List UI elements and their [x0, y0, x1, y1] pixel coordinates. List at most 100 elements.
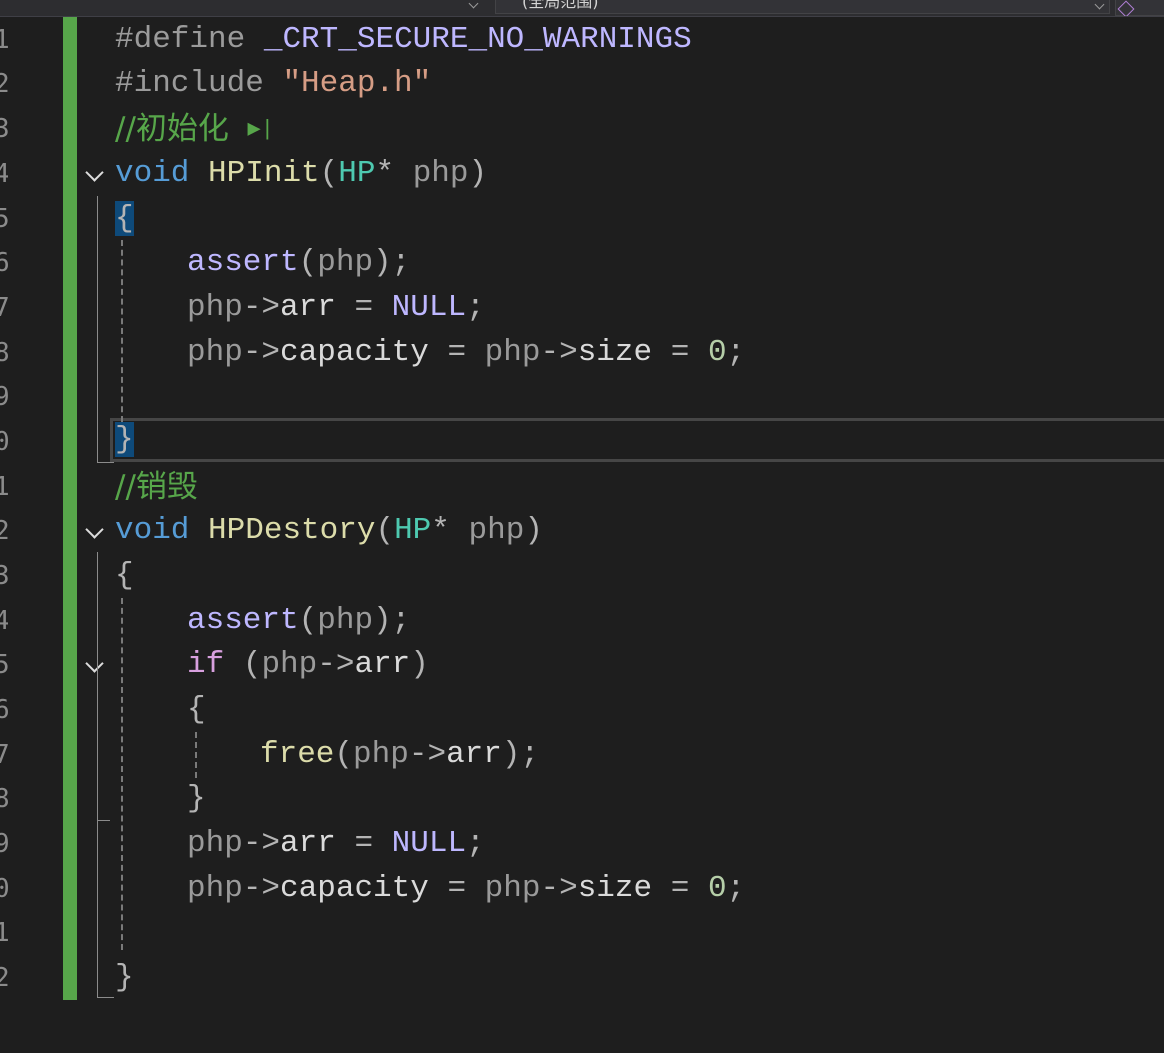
brace: { — [115, 558, 134, 593]
punctuation: ; — [520, 737, 540, 772]
code-line[interactable]: if (php->arr) — [187, 643, 429, 688]
field-name: arr — [354, 647, 411, 682]
operator: -> — [242, 826, 281, 861]
function-name: HPInit — [208, 156, 320, 191]
punctuation: ( — [298, 245, 318, 280]
parameter: php — [468, 513, 525, 548]
keyword: void — [115, 156, 190, 191]
field-name: size — [577, 871, 653, 906]
parameter: php — [261, 647, 318, 682]
brace: } — [115, 960, 134, 995]
field-name: arr — [446, 737, 502, 772]
operator: -> — [540, 871, 578, 906]
operator: -> — [242, 871, 281, 906]
line-number: 0 — [0, 874, 8, 904]
punctuation: ( — [224, 647, 262, 682]
line-number: 6 — [0, 248, 8, 278]
indent-guide — [121, 598, 123, 950]
operator: -> — [408, 737, 447, 772]
change-tracking-bar — [63, 17, 77, 1000]
parameter: php — [353, 737, 409, 772]
fold-chevron-icon[interactable] — [85, 168, 101, 184]
code-line[interactable]: free(php->arr); — [260, 733, 539, 778]
punctuation: ) — [524, 513, 543, 548]
control-keyword: if — [187, 647, 225, 682]
matched-brace: } — [115, 422, 134, 457]
code-editor[interactable]: (全局范围) 1 2 3 4 5 6 7 8 9 0 1 2 3 4 5 6 7… — [0, 0, 1164, 1053]
code-line[interactable]: php->arr = NULL; — [187, 286, 485, 331]
code-line[interactable]: php->arr = NULL; — [187, 822, 485, 867]
operator: = — [428, 335, 485, 370]
line-number: 5 — [0, 650, 8, 680]
punctuation: ) — [373, 603, 392, 638]
function-call: free — [260, 737, 335, 772]
code-line[interactable]: } — [115, 956, 134, 1001]
chevron-down-icon — [1094, 0, 1105, 10]
operator: -> — [242, 335, 281, 370]
indent-guide — [195, 732, 197, 778]
fold-region-line — [97, 196, 114, 463]
line-number: 2 — [0, 963, 8, 993]
navigation-bar: (全局范围) — [0, 0, 1164, 17]
line-number: 3 — [0, 114, 8, 144]
macro-name: NULL — [391, 826, 467, 861]
member-cube-icon — [1117, 0, 1135, 16]
punctuation: ; — [726, 871, 746, 906]
member-dropdown[interactable] — [1115, 0, 1164, 16]
code-line[interactable]: { — [115, 197, 134, 242]
operator: = — [335, 290, 392, 325]
code-line[interactable]: { — [187, 688, 206, 733]
punctuation: ; — [466, 290, 485, 325]
line-number: 8 — [0, 338, 8, 368]
number-literal: 0 — [707, 871, 727, 906]
line-number: 5 — [0, 204, 8, 234]
code-line[interactable]: #include "Heap.h" — [115, 62, 431, 107]
operator: = — [428, 871, 485, 906]
code-line[interactable]: void HPDestory(HP* php) — [115, 509, 543, 554]
fold-chevron-icon[interactable] — [85, 525, 101, 541]
chevron-down-icon[interactable] — [468, 0, 479, 9]
line-number: 8 — [0, 784, 8, 814]
punctuation: ; — [391, 245, 411, 280]
code-line[interactable]: void HPInit(HP* php) — [115, 152, 487, 197]
operator: = — [652, 871, 708, 906]
parameter: php — [484, 335, 541, 370]
code-line[interactable]: } — [187, 777, 206, 822]
include-path: "Heap.h" — [282, 66, 432, 101]
line-number: 1 — [0, 25, 8, 55]
punctuation: ) — [410, 647, 429, 682]
punctuation: ( — [375, 513, 395, 548]
preprocessor-directive: #define — [115, 22, 246, 57]
field-name: capacity — [280, 871, 429, 906]
code-line[interactable]: assert(php); — [187, 599, 410, 644]
punctuation: ( — [298, 603, 318, 638]
line-number: 2 — [0, 516, 8, 546]
comment: //销毁 — [115, 469, 198, 505]
punctuation: * — [431, 513, 450, 548]
punctuation: ) — [468, 156, 488, 191]
code-line[interactable]: php->capacity = php->size = 0; — [187, 331, 745, 376]
code-line[interactable]: //销毁 — [115, 465, 198, 510]
code-line[interactable]: php->capacity = php->size = 0; — [187, 867, 745, 912]
function-call: assert — [187, 603, 299, 638]
punctuation: ; — [391, 603, 411, 638]
code-line[interactable]: } — [115, 418, 134, 463]
operator: = — [652, 335, 708, 370]
number-literal: 0 — [707, 335, 727, 370]
punctuation: * — [375, 156, 395, 191]
type-name: HP — [394, 513, 432, 548]
code-line[interactable]: assert(php); — [187, 241, 410, 286]
line-number: 0 — [0, 427, 8, 457]
comment: //初始化 — [115, 111, 229, 147]
run-to-cursor-icon[interactable]: ▶| — [248, 108, 274, 153]
code-line[interactable]: //初始化 ▶| — [115, 107, 274, 152]
scope-dropdown[interactable]: (全局范围) — [495, 0, 1110, 14]
code-line[interactable]: #define _CRT_SECURE_NO_WARNINGS — [115, 18, 692, 63]
field-name: arr — [280, 826, 336, 861]
code-line[interactable]: { — [115, 554, 134, 599]
operator: -> — [317, 647, 355, 682]
punctuation: ; — [466, 826, 485, 861]
parameter: php — [187, 826, 243, 861]
type-name: HP — [338, 156, 376, 191]
function-call: assert — [187, 245, 299, 280]
